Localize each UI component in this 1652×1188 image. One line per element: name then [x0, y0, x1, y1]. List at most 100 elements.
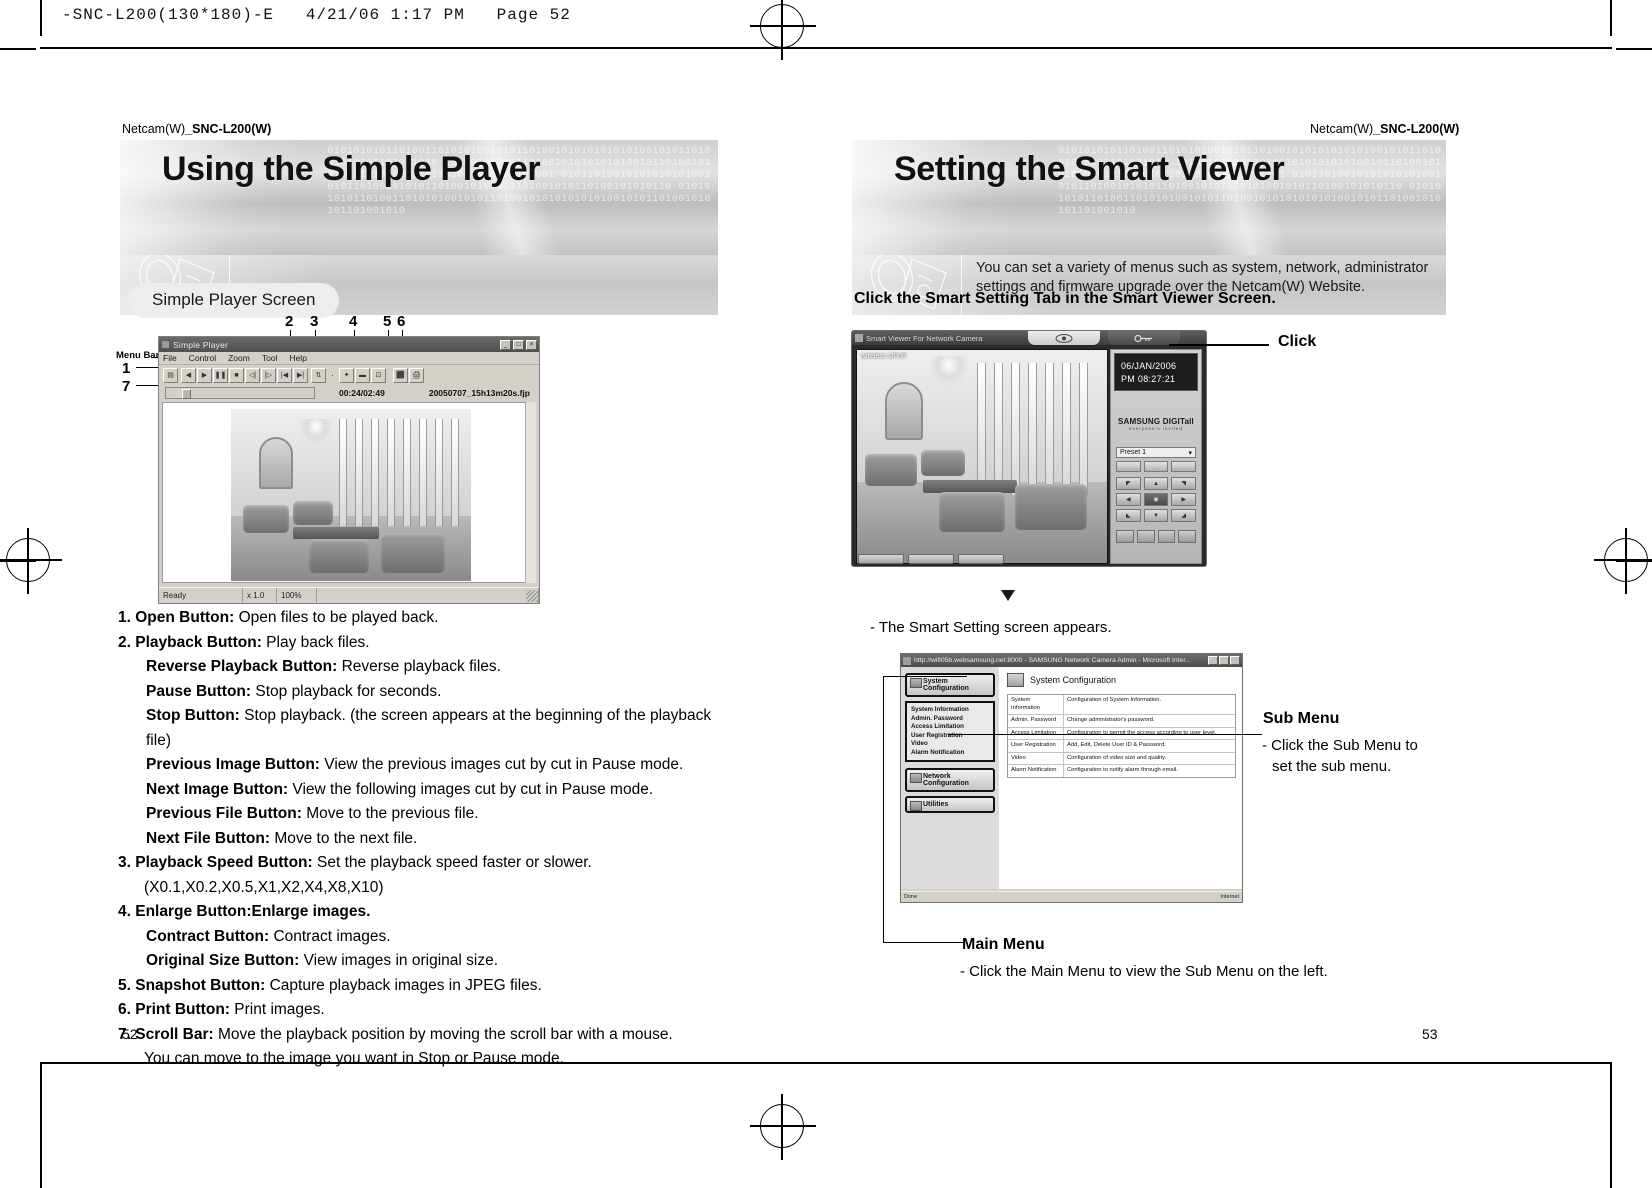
list-item-desc: Stop playback for seconds.	[255, 682, 442, 700]
maximize-button[interactable]: □	[513, 339, 524, 350]
resize-grip[interactable]	[526, 590, 538, 602]
viewer-pause-button[interactable]	[958, 554, 1004, 564]
previous-image-button[interactable]: ◁|	[245, 367, 260, 383]
stop-button[interactable]: ■	[229, 367, 244, 383]
simple-player-titlebar: Simple Player _ □ ×	[159, 337, 539, 352]
close-button[interactable]: ×	[526, 339, 537, 350]
sub-menu-item[interactable]: Access Limitation	[911, 723, 989, 732]
room-scene	[857, 350, 1107, 563]
snapshot-button[interactable]: ⬛	[393, 367, 408, 383]
capture-button[interactable]	[1157, 530, 1176, 543]
original-size-button[interactable]: ⊡	[371, 367, 386, 383]
audio-button[interactable]	[1136, 530, 1155, 543]
list-item-desc: Move the playback position by moving the…	[217, 1025, 673, 1043]
ptz-up-button[interactable]: ▲	[1143, 477, 1169, 490]
list-item-term: Playback Button:	[135, 633, 262, 651]
smart-setting-appears-note: - The Smart Setting screen appears.	[870, 619, 1112, 636]
scroll-bar[interactable]	[165, 387, 315, 399]
chevron-down-icon[interactable]: ▾	[1188, 449, 1192, 457]
list-item-desc: Capture playback images in JPEG files.	[269, 976, 542, 994]
menu-zoom[interactable]: Zoom	[228, 353, 250, 363]
preset-select[interactable]: Preset 1 ▾	[1116, 447, 1196, 458]
ptz-home-button[interactable]: ◉	[1143, 493, 1169, 506]
sub-menu-item[interactable]: Alarm Notification	[911, 749, 989, 758]
maximize-button[interactable]	[1219, 656, 1229, 665]
list-item-term: Contract Button:	[146, 927, 270, 945]
browser-statusbar: Done Internet	[901, 891, 1242, 902]
preset-save-button[interactable]	[1143, 461, 1169, 472]
next-file-button[interactable]: ▶|	[293, 367, 308, 383]
viewer-play-button[interactable]	[908, 554, 954, 564]
reverse-playback-button[interactable]: ◀	[181, 367, 196, 383]
ptz-down-right-button[interactable]: ◢	[1171, 509, 1197, 522]
ptz-left-button[interactable]: ◀	[1116, 493, 1141, 506]
menu-help[interactable]: Help	[289, 353, 306, 363]
browser-content-panel: System Configuration System Information C…	[999, 667, 1242, 889]
pause-button[interactable]: ❚❚	[213, 367, 228, 383]
menu-bar-label: Menu Bar	[116, 350, 160, 361]
ptz-down-left-button[interactable]: ◣	[1116, 509, 1141, 522]
sub-menu-item[interactable]: Video	[911, 740, 989, 749]
key-icon	[1134, 334, 1152, 342]
sub-menu-item[interactable]: Admin. Password	[911, 715, 989, 724]
smart-viewer-control-panel: 06/JAN/2006 PM 08:27:21 SAMSUNG DIGITall…	[1110, 349, 1202, 564]
panel-title: System Configuration	[1030, 675, 1117, 685]
browser-icon	[903, 656, 911, 665]
smart-viewer-window: Smart Viewer For Network Camera wireless…	[851, 330, 1207, 567]
open-button[interactable]: ▤	[163, 367, 178, 383]
minimize-button[interactable]	[1208, 656, 1218, 665]
playback-button[interactable]: ▶	[197, 367, 212, 383]
next-image-button[interactable]: |▷	[261, 367, 276, 383]
eye-icon	[1055, 333, 1073, 343]
menu-tool[interactable]: Tool	[262, 353, 278, 363]
table-cell-name: Admin. Password	[1008, 715, 1064, 727]
status-speed: x 1.0	[243, 588, 277, 603]
callout-3: 3	[310, 313, 319, 330]
viewer-stop-button[interactable]	[858, 554, 904, 564]
list-item-desc: Move to the next file.	[274, 829, 418, 847]
minimize-button[interactable]: _	[500, 339, 511, 350]
tab-smart-view[interactable]	[1028, 331, 1100, 345]
close-button[interactable]	[1230, 656, 1240, 665]
contract-button[interactable]: ▬	[355, 367, 370, 383]
callout-6: 6	[397, 313, 406, 330]
page-right: Netcam(W)_SNC-L200(W) 010101010110100110…	[826, 0, 1652, 1188]
previous-file-button[interactable]: |◀	[277, 367, 292, 383]
print-button[interactable]: 🖨	[409, 367, 424, 383]
list-item-term: Print Button:	[135, 1001, 230, 1018]
menu-control[interactable]: Control	[189, 353, 216, 363]
record-button[interactable]	[1116, 530, 1134, 543]
preset-goto-button[interactable]	[1116, 461, 1141, 472]
status-zoom: 100%	[277, 588, 317, 603]
menu-file[interactable]: File	[163, 353, 177, 363]
ptz-down-button[interactable]: ▼	[1143, 509, 1169, 522]
toolbar-group-speed: ⇅	[311, 367, 326, 383]
list-item: 1. Open Button: Open files to be played …	[118, 606, 718, 631]
status-spare	[317, 588, 539, 603]
sub-menu-item[interactable]: User Registration	[911, 732, 989, 741]
enlarge-button[interactable]: ✦	[339, 367, 354, 383]
playback-speed-button[interactable]: ⇅	[311, 367, 326, 383]
list-item-desc: Reverse playback files.	[341, 658, 501, 675]
tab-smart-setting[interactable]	[1108, 331, 1180, 345]
canvas-vertical-scrollbar[interactable]	[525, 402, 536, 583]
list-item: Contract Button: Contract images.	[118, 925, 718, 950]
flow-arrow-icon	[1001, 590, 1015, 601]
table-cell-desc: Configuration of System Information.	[1067, 697, 1162, 703]
list-item-term: Stop Button:	[146, 707, 240, 724]
list-item: You can move to the image you want in St…	[118, 1047, 718, 1072]
list-item-term: Scroll Bar:	[135, 1025, 214, 1043]
ptz-up-left-button[interactable]: ◤	[1116, 477, 1141, 490]
sub-menu-item[interactable]: System Information	[911, 706, 989, 715]
settings-button[interactable]	[1178, 530, 1196, 543]
table-row: Admin. Password Change administrator's pa…	[1008, 715, 1235, 728]
scroll-bar-thumb[interactable]	[182, 389, 191, 399]
ptz-right-button[interactable]: ▶	[1171, 493, 1197, 506]
preset-delete-button[interactable]	[1171, 461, 1197, 472]
ptz-up-right-button[interactable]: ◥	[1171, 477, 1197, 490]
list-item-number: 5.	[118, 976, 131, 994]
table-cell-desc: Configuration of video size and quality.	[1067, 754, 1167, 761]
main-menu-utilities[interactable]: Utilities	[905, 796, 995, 813]
list-item: Next Image Button: View the following im…	[118, 778, 718, 803]
main-menu-network-configuration[interactable]: Network Configuration	[905, 768, 995, 792]
